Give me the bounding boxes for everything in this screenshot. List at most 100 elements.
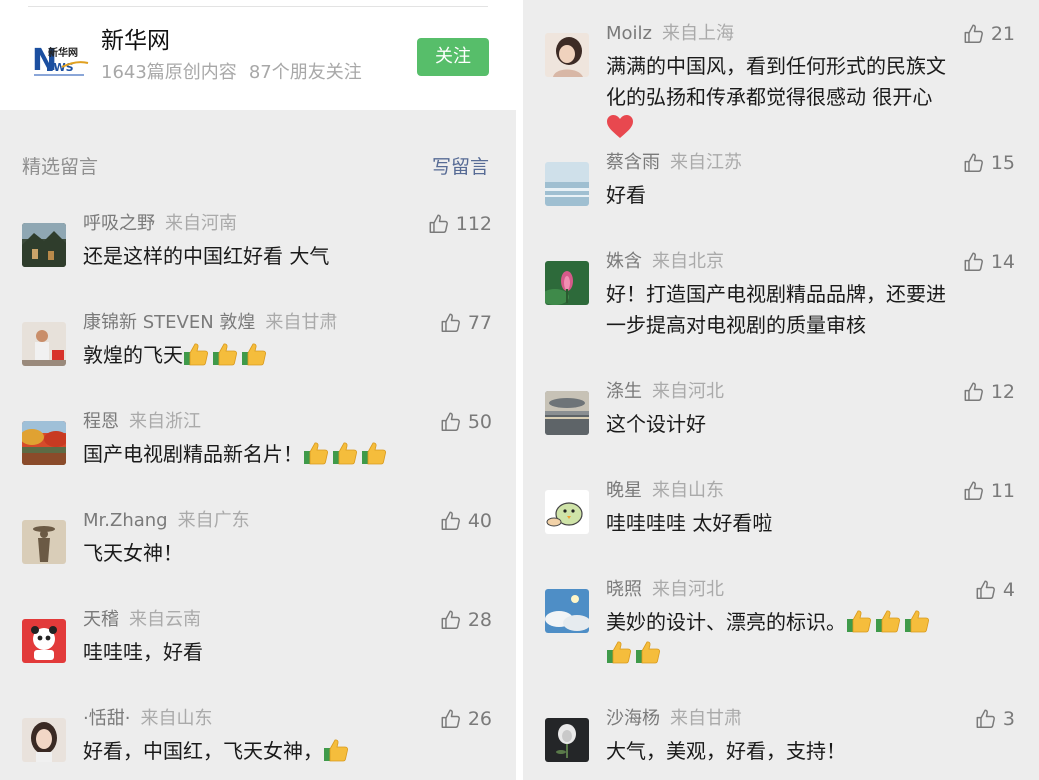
comment-author[interactable]: Mr.Zhang xyxy=(83,510,168,531)
comment-meta: 沙海杨 来自甘肃 xyxy=(606,706,742,732)
comment-location: 来自山东 xyxy=(652,480,724,501)
comment-text-content: 国产电视剧精品新名片！ xyxy=(83,442,303,466)
thumbs-up-icon xyxy=(441,610,460,629)
comment-location: 来自甘肃 xyxy=(670,708,742,729)
like-button[interactable]: 28 xyxy=(440,607,492,633)
comment-meta: 晓照 来自河北 xyxy=(606,577,724,603)
left-panel: N 新华网 EWS 新华网 1643篇原创内容 87个朋友关注 关注 精选留言 写… xyxy=(0,0,516,780)
comment-item[interactable]: 晚星 来自山东 11 哇哇哇哇 太好看啦 xyxy=(523,480,1039,580)
thumbs-up-emoji xyxy=(607,641,632,664)
comment-author[interactable]: ·恬甜· xyxy=(83,708,130,729)
like-button[interactable]: 15 xyxy=(963,150,1015,176)
comment-item[interactable]: 康锦新 STEVEN 敦煌 来自甘肃 77 敦煌的飞天 xyxy=(0,312,516,412)
follow-button[interactable]: 关注 xyxy=(417,38,489,76)
comment-item[interactable]: 姝含 来自北京 14 好！打造国产电视剧精品品牌，还要进一步提高对电视剧的质量审核 xyxy=(523,251,1039,351)
comment-text: 好看，中国红，飞天女神， xyxy=(83,736,433,767)
like-button[interactable]: 3 xyxy=(975,706,1015,732)
avatar[interactable] xyxy=(545,162,589,206)
divider xyxy=(28,6,488,7)
thumbs-up-emoji xyxy=(847,610,872,633)
avatar[interactable] xyxy=(22,619,66,663)
thumbs-up-icon xyxy=(964,252,983,271)
like-button[interactable]: 77 xyxy=(440,310,492,336)
comment-item[interactable]: 沙海杨 来自甘肃 3 大气，美观，好看，支持！ xyxy=(523,708,1039,780)
like-button[interactable]: 14 xyxy=(963,249,1015,275)
comment-item[interactable]: 蔡含雨 来自江苏 15 好看 xyxy=(523,152,1039,252)
comment-item[interactable]: 程恩 来自浙江 50 国产电视剧精品新名片！ xyxy=(0,411,516,511)
friends-follow-count: 87个朋友关注 xyxy=(248,62,362,83)
like-count: 112 xyxy=(455,213,492,235)
like-button[interactable]: 11 xyxy=(963,478,1015,504)
comment-author[interactable]: 程恩 xyxy=(83,411,119,432)
thumbs-up-icon xyxy=(964,24,983,43)
comment-text-content: 好！打造国产电视剧精品品牌，还要进一步提高对电视剧的质量审核 xyxy=(606,282,946,337)
like-button[interactable]: 112 xyxy=(428,211,492,237)
heart-emoji xyxy=(607,115,633,138)
write-comment-link[interactable]: 写留言 xyxy=(432,154,489,180)
thumbs-up-emoji xyxy=(876,610,901,633)
avatar[interactable] xyxy=(545,261,589,305)
like-count: 3 xyxy=(1002,708,1015,730)
account-card[interactable]: N 新华网 EWS 新华网 1643篇原创内容 87个朋友关注 关注 xyxy=(0,0,516,110)
comment-text-content: 这个设计好 xyxy=(606,412,706,436)
comment-item[interactable]: Mr.Zhang 来自广东 40 飞天女神！ xyxy=(0,510,516,610)
comment-item[interactable]: 涤生 来自河北 12 这个设计好 xyxy=(523,381,1039,481)
comment-item[interactable]: 天稽 来自云南 28 哇哇哇，好看 xyxy=(0,609,516,709)
avatar[interactable] xyxy=(22,223,66,267)
comment-author[interactable]: 呼吸之野 xyxy=(83,213,155,234)
like-button[interactable]: 4 xyxy=(975,577,1015,603)
like-count: 11 xyxy=(990,480,1015,502)
avatar[interactable] xyxy=(545,490,589,534)
comment-location: 来自浙江 xyxy=(129,411,201,432)
comment-author[interactable]: 姝含 xyxy=(606,251,642,272)
avatar[interactable] xyxy=(545,391,589,435)
comment-author[interactable]: Moilz xyxy=(606,23,652,44)
like-button[interactable]: 40 xyxy=(440,508,492,534)
avatar[interactable] xyxy=(545,718,589,762)
comment-author[interactable]: 沙海杨 xyxy=(606,708,660,729)
like-count: 14 xyxy=(990,251,1015,273)
like-count: 26 xyxy=(467,708,492,730)
comment-text-content: 飞天女神！ xyxy=(83,541,183,565)
comment-text: 飞天女神！ xyxy=(83,538,433,569)
comment-item[interactable]: ·恬甜· 来自山东 26 好看，中国红，飞天女神， xyxy=(0,708,516,780)
like-button[interactable]: 12 xyxy=(963,379,1015,405)
avatar[interactable] xyxy=(22,718,66,762)
comment-author[interactable]: 晓照 xyxy=(606,579,642,600)
avatar[interactable] xyxy=(545,33,589,77)
comment-text-content: 满满的中国风，看到任何形式的民族文化的弘扬和传承都觉得很感动 很开心 xyxy=(606,54,946,109)
comment-item[interactable]: 晓照 来自河北 4 美妙的设计、漂亮的标识。 xyxy=(523,579,1039,679)
like-count: 50 xyxy=(467,411,492,433)
thumbs-up-emoji xyxy=(905,610,930,633)
comment-text: 哇哇哇哇 太好看啦 xyxy=(606,508,956,539)
like-button[interactable]: 50 xyxy=(440,409,492,435)
thumbs-up-emoji xyxy=(304,442,329,465)
comment-meta: 姝含 来自北京 xyxy=(606,249,724,275)
comment-text-content: 美妙的设计、漂亮的标识。 xyxy=(606,610,846,634)
like-count: 40 xyxy=(467,510,492,532)
comment-item[interactable]: 呼吸之野 来自河南 112 还是这样的中国红好看 大气 xyxy=(0,213,516,313)
comment-author[interactable]: 康锦新 STEVEN 敦煌 xyxy=(83,312,255,333)
comment-author[interactable]: 涤生 xyxy=(606,381,642,402)
thumbs-up-emoji xyxy=(184,343,209,366)
comment-text: 大气，美观，好看，支持！ xyxy=(606,736,956,767)
thumbs-up-icon xyxy=(964,481,983,500)
thumbs-up-icon xyxy=(441,412,460,431)
comment-item[interactable]: Moilz 来自上海 21 满满的中国风，看到任何形式的民族文化的弘扬和传承都觉得很感… xyxy=(523,23,1039,138)
avatar[interactable] xyxy=(545,589,589,633)
avatar[interactable] xyxy=(22,421,66,465)
comment-location: 来自北京 xyxy=(652,251,724,272)
comment-text: 国产电视剧精品新名片！ xyxy=(83,439,433,470)
comment-author[interactable]: 天稽 xyxy=(83,609,119,630)
comment-meta: 呼吸之野 来自河南 xyxy=(83,211,237,237)
like-count: 21 xyxy=(990,23,1015,45)
avatar[interactable] xyxy=(22,322,66,366)
comment-text: 好！打造国产电视剧精品品牌，还要进一步提高对电视剧的质量审核 xyxy=(606,279,956,341)
like-button[interactable]: 26 xyxy=(440,706,492,732)
avatar[interactable] xyxy=(22,520,66,564)
comment-location: 来自河北 xyxy=(652,381,724,402)
comment-author[interactable]: 蔡含雨 xyxy=(606,152,660,173)
comment-meta: 蔡含雨 来自江苏 xyxy=(606,150,742,176)
comment-author[interactable]: 晚星 xyxy=(606,480,642,501)
like-button[interactable]: 21 xyxy=(963,21,1015,47)
